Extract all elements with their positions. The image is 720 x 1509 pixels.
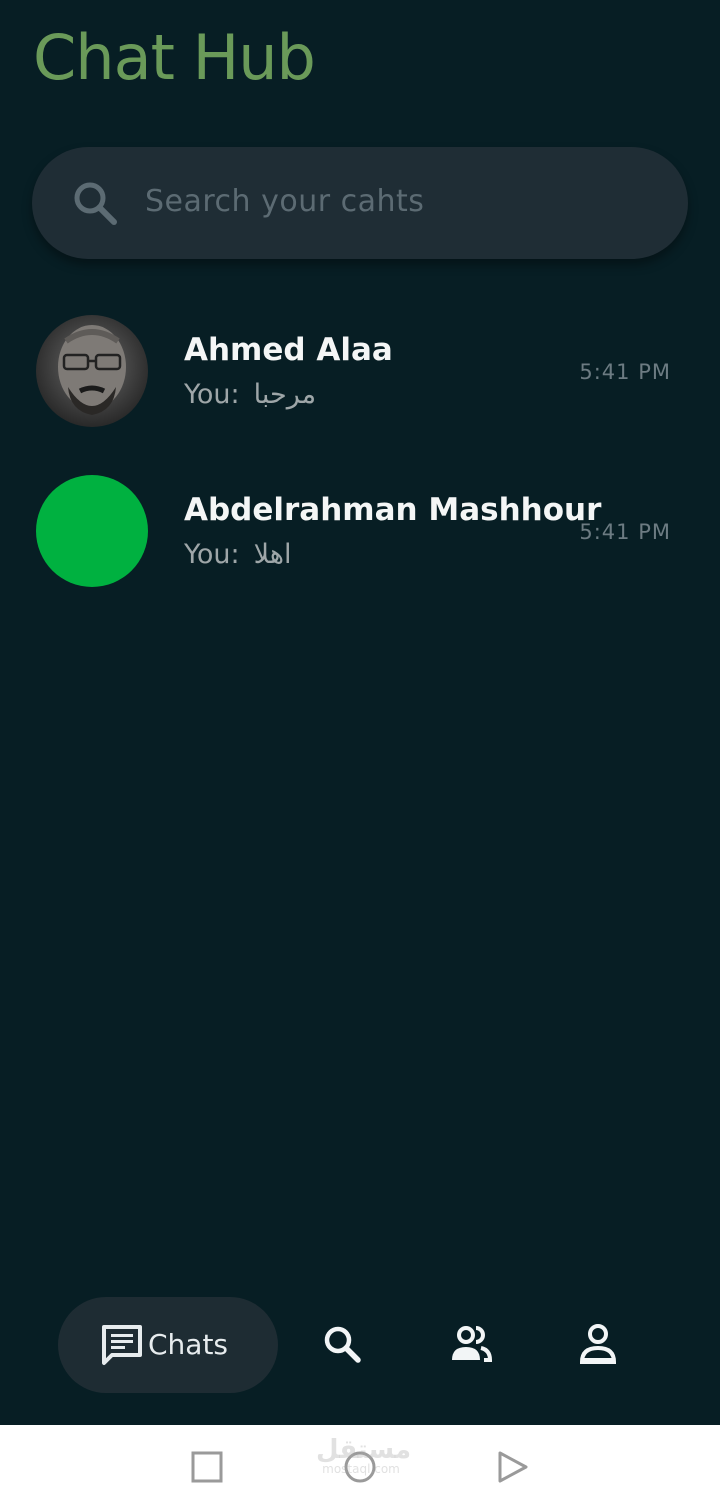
square-recents-icon[interactable]: [191, 1451, 223, 1483]
app-title: Chat Hub: [33, 21, 316, 94]
search-icon[interactable]: [320, 1322, 364, 1366]
preview-prefix: You:: [184, 539, 240, 570]
chat-time: 5:41 PM: [579, 360, 671, 384]
chat-list-item[interactable]: Ahmed Alaa You: مرحبا 5:41 PM: [0, 300, 720, 440]
chat-preview: You: مرحبا: [184, 377, 316, 413]
chat-name: Ahmed Alaa: [184, 332, 393, 368]
bottom-nav: Chats: [0, 1290, 720, 1400]
triangle-back-icon[interactable]: [496, 1450, 530, 1484]
avatar[interactable]: [36, 315, 148, 427]
chat-list-item[interactable]: Abdelrahman Mashhour You: اهلا 5:41 PM: [0, 460, 720, 600]
avatar[interactable]: [36, 475, 148, 587]
search-icon[interactable]: [68, 176, 122, 230]
nav-chats-label[interactable]: Chats: [148, 1327, 228, 1363]
person-icon[interactable]: [576, 1322, 620, 1366]
chat-hub-app: Chat Hub Search your cahts Ahmed Alaa Yo…: [0, 0, 720, 1425]
chat-name: Abdelrahman Mashhour: [184, 492, 602, 528]
watermark-url: mostaql.com: [322, 1462, 400, 1476]
chat-preview: You: اهلا: [184, 537, 292, 573]
avatar-portrait: [58, 325, 126, 415]
preview-prefix: You:: [184, 379, 240, 410]
chat-icon[interactable]: [100, 1323, 144, 1367]
group-icon[interactable]: [448, 1322, 492, 1366]
preview-message: اهلا: [253, 539, 292, 570]
preview-message: مرحبا: [253, 379, 317, 410]
search-input[interactable]: Search your cahts: [145, 181, 424, 223]
chat-time: 5:41 PM: [579, 520, 671, 544]
watermark-logo: مستقل: [316, 1435, 412, 1465]
